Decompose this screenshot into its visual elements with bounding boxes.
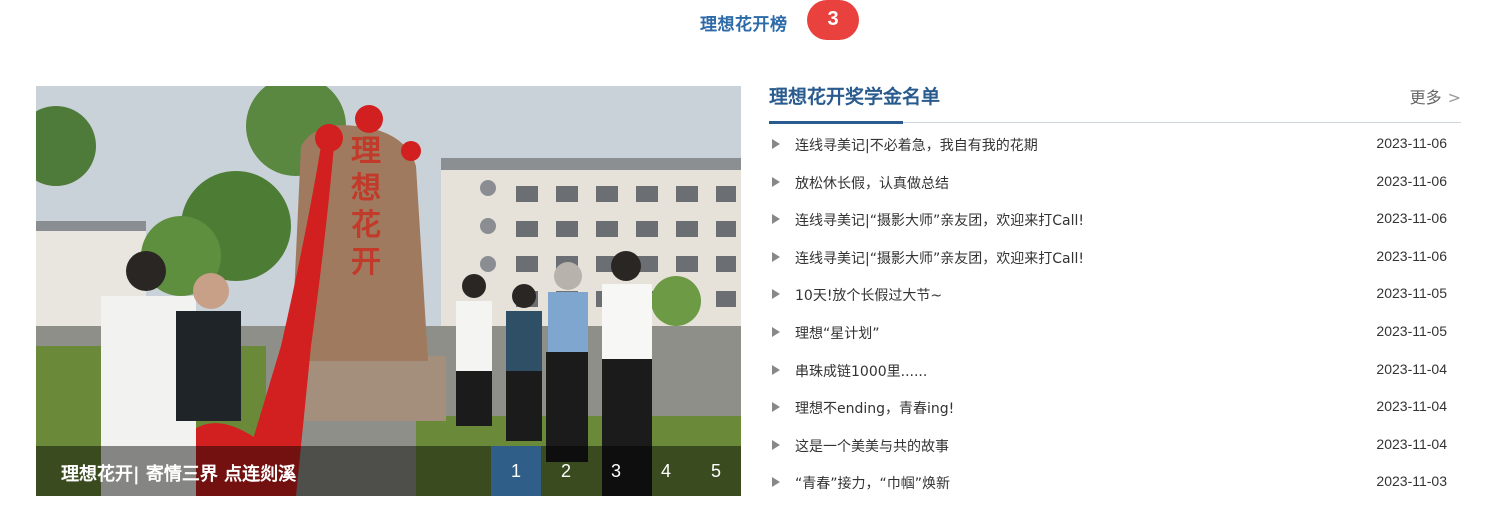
news-item-title[interactable]: 理想不ending，青春ing!: [795, 398, 954, 418]
chevron-right-icon: >: [1447, 88, 1461, 107]
news-item-title[interactable]: 连线寻美记|“摄影大师”亲友团，欢迎来打Call!: [795, 210, 1084, 230]
bullet-triangle-icon: [772, 289, 780, 300]
list-item[interactable]: 串珠成链1000里...... 2023-11-04: [769, 357, 1461, 395]
slide-photo: 理 想 花 开: [36, 86, 741, 496]
news-item-title[interactable]: 10天!放个长假过大节~: [795, 285, 942, 305]
news-item-date: 2023-11-05: [1376, 285, 1447, 302]
bullet-triangle-icon: [772, 214, 780, 225]
news-item-date: 2023-11-04: [1376, 398, 1447, 415]
pager-item-5[interactable]: 5: [691, 446, 741, 496]
news-item-title[interactable]: 理想“星计划”: [795, 323, 880, 343]
pager-item-1[interactable]: 1: [491, 446, 541, 496]
svg-text:想: 想: [351, 171, 381, 206]
slide-caption-bar: 理想花开| 寄情三界 点连剡溪 1 2 3 4 5: [36, 446, 741, 496]
bullet-triangle-icon: [772, 477, 780, 488]
news-item-title[interactable]: 连线寻美记|不必着急，我自有我的花期: [795, 135, 1038, 155]
svg-text:花: 花: [351, 208, 381, 243]
bullet-triangle-icon: [772, 251, 780, 262]
bullet-triangle-icon: [772, 439, 780, 450]
news-list: 连线寻美记|不必着急，我自有我的花期 2023-11-06 放松休长假，认真做总结…: [769, 131, 1461, 507]
list-item[interactable]: 连线寻美记|不必着急，我自有我的花期 2023-11-06: [769, 131, 1461, 169]
news-title-underline: [769, 121, 903, 124]
bullet-triangle-icon: [772, 326, 780, 337]
bullet-triangle-icon: [772, 402, 780, 413]
pager-item-2[interactable]: 2: [541, 446, 591, 496]
bullet-triangle-icon: [772, 364, 780, 375]
bullet-triangle-icon: [772, 139, 780, 149]
news-item-date: 2023-11-03: [1376, 473, 1447, 490]
list-item[interactable]: 连线寻美记|“摄影大师”亲友团，欢迎来打Call! 2023-11-06: [769, 206, 1461, 244]
news-item-date: 2023-11-05: [1376, 322, 1447, 339]
list-item[interactable]: 理想不ending，青春ing! 2023-11-04: [769, 394, 1461, 432]
pager-item-4[interactable]: 4: [641, 446, 691, 496]
list-item[interactable]: 连线寻美记|“摄影大师”亲友团，欢迎来打Call! 2023-11-06: [769, 244, 1461, 282]
list-item[interactable]: “青春”接力，“巾帼”焕新 2023-11-03: [769, 469, 1461, 507]
list-item[interactable]: 这是一个美美与共的故事 2023-11-04: [769, 432, 1461, 470]
news-item-title[interactable]: 放松休长假，认真做总结: [795, 173, 949, 193]
news-header: 理想花开奖学金名单 更多 >: [769, 74, 1461, 124]
news-item-date: 2023-11-04: [1376, 360, 1447, 377]
list-item[interactable]: 10天!放个长假过大节~ 2023-11-05: [769, 281, 1461, 319]
section-title: 理想花开榜: [700, 15, 788, 35]
pager-item-3[interactable]: 3: [591, 446, 641, 496]
news-item-title[interactable]: 这是一个美美与共的故事: [795, 436, 949, 456]
news-item-date: 2023-11-06: [1376, 135, 1447, 151]
news-panel: 理想花开奖学金名单 更多 > 连线寻美记|不必着急，我自有我的花期 2023-11-…: [769, 74, 1461, 492]
svg-text:理: 理: [351, 134, 381, 169]
news-item-date: 2023-11-06: [1376, 247, 1447, 264]
news-item-date: 2023-11-06: [1376, 172, 1447, 189]
more-link[interactable]: 更多 >: [1410, 84, 1461, 108]
slide-caption[interactable]: 理想花开| 寄情三界 点连剡溪: [61, 460, 296, 486]
step-badge: 3: [807, 0, 859, 40]
list-item[interactable]: 放松休长假，认真做总结 2023-11-06: [769, 169, 1461, 207]
news-item-title[interactable]: 连线寻美记|“摄影大师”亲友团，欢迎来打Call!: [795, 248, 1084, 268]
slide-pager: 1 2 3 4 5: [491, 446, 741, 496]
svg-text:开: 开: [351, 245, 381, 280]
list-item[interactable]: 理想“星计划” 2023-11-05: [769, 319, 1461, 357]
news-title: 理想花开奖学金名单: [769, 86, 941, 108]
news-item-date: 2023-11-04: [1376, 435, 1447, 452]
news-item-date: 2023-11-06: [1376, 210, 1447, 227]
section-header: 理想花开榜 3: [0, 0, 1496, 50]
news-item-title[interactable]: “青春”接力，“巾帼”焕新: [795, 473, 950, 493]
bullet-triangle-icon: [772, 176, 780, 187]
news-item-title[interactable]: 串珠成链1000里......: [795, 361, 927, 381]
more-label: 更多: [1409, 88, 1442, 107]
image-slider[interactable]: 理 想 花 开 理想花开| 寄情三界 点连剡溪 1 2 3 4 5: [36, 86, 741, 496]
